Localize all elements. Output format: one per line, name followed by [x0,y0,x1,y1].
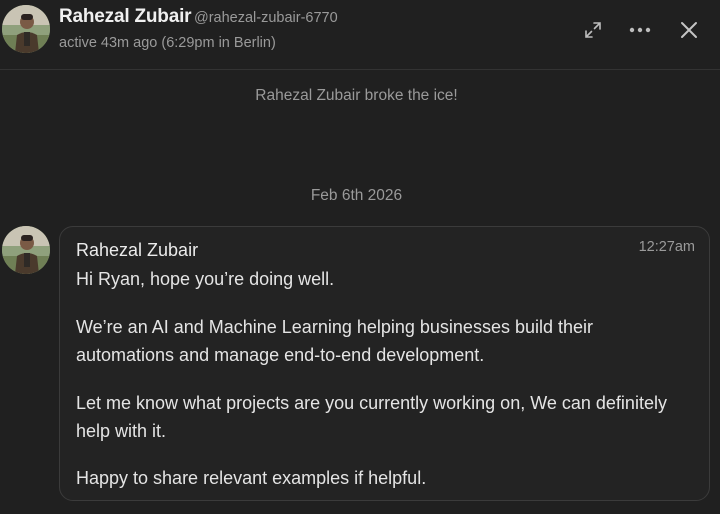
message-paragraph: Hi Ryan, hope you’re doing well. [76,269,335,289]
message-paragraph: We’re an AI and Machine Learning helping… [76,317,593,365]
message-bubble[interactable]: Rahezal Zubair 12:27am Hi Ryan, hope you… [59,226,710,501]
chat-header: Rahezal Zubair @rahezal-zubair-6770 acti… [0,0,720,70]
expand-icon [585,22,601,38]
chat-window: Rahezal Zubair @rahezal-zubair-6770 acti… [0,0,720,514]
more-icon [629,27,651,33]
date-separator: Feb 6th 2026 [310,187,403,204]
message-avatar[interactable] [2,226,50,274]
avatar[interactable] [2,5,50,53]
expand-button[interactable] [580,17,606,43]
avatar-photo [2,226,50,274]
close-icon [681,22,697,38]
message-paragraph: Let me know what projects are you curren… [76,393,667,441]
message-sender[interactable]: Rahezal Zubair [76,240,198,261]
message-paragraph: Happy to share relevant examples if help… [76,468,427,488]
message-timestamp: 12:27am [638,239,695,255]
avatar-photo [2,5,50,53]
contact-name[interactable]: Rahezal Zubair [59,6,192,28]
system-event-message: Rahezal Zubair broke the ice! [255,87,458,104]
close-button[interactable] [676,17,702,43]
more-button[interactable] [627,17,653,43]
contact-status: active 43m ago (6:29pm in Berlin) [59,35,276,51]
contact-handle: @rahezal-zubair-6770 [194,10,338,26]
